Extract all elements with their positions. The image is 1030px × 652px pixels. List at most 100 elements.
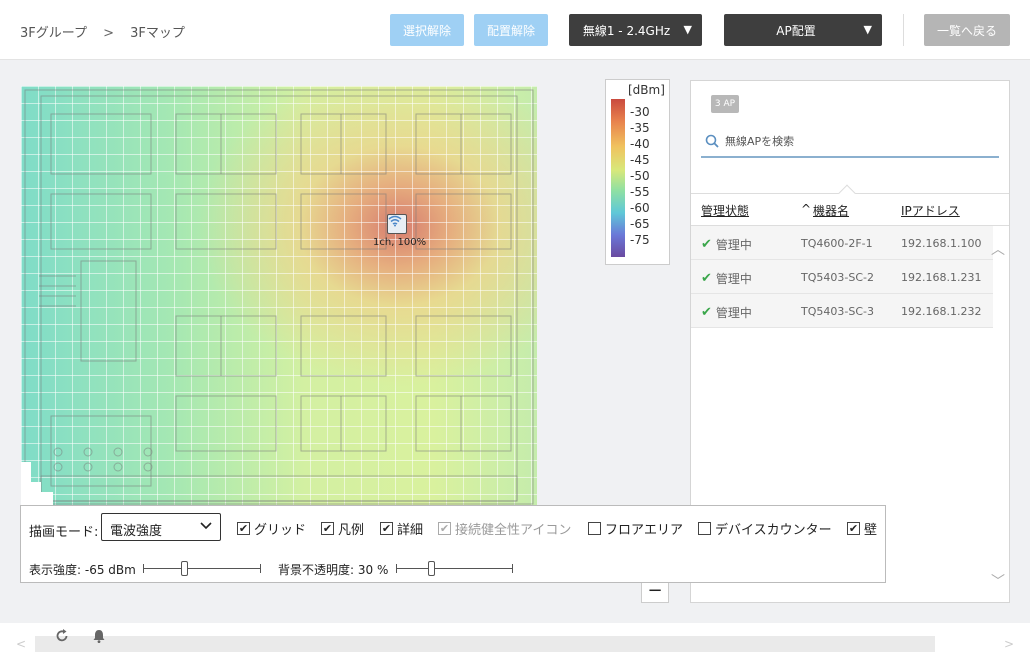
slider-thumb[interactable] bbox=[428, 561, 435, 576]
table-row[interactable]: ✔ 管理中 TQ4600-2F-1 192.168.1.100 bbox=[691, 226, 993, 260]
radio-band-select[interactable]: 無線1 - 2.4GHz ▼ bbox=[569, 14, 702, 46]
legend-tick: -65 bbox=[630, 217, 650, 231]
display-strength-label: 表示強度: -65 dBm bbox=[29, 563, 136, 577]
ap-marker-label: 1ch, 100% bbox=[373, 237, 427, 248]
table-row[interactable]: ✔ 管理中 TQ5403-SC-3 192.168.1.232 bbox=[691, 294, 993, 328]
check-icon: ✔ bbox=[701, 271, 712, 286]
checkbox-empty-icon bbox=[698, 522, 711, 535]
device-counter-checkbox[interactable]: デバイスカウンター bbox=[698, 519, 832, 538]
display-strength-slider[interactable] bbox=[143, 561, 261, 576]
grid-checkbox-label: グリッド bbox=[254, 523, 307, 538]
legend-tick: -75 bbox=[630, 233, 650, 247]
floor-heatmap[interactable]: 1ch, 100% bbox=[21, 86, 537, 508]
slider-end bbox=[260, 564, 261, 573]
detail-checkbox-label: 詳細 bbox=[397, 523, 424, 538]
breadcrumb-group[interactable]: 3Fグループ bbox=[20, 26, 87, 41]
device-ip: 192.168.1.232 bbox=[901, 305, 982, 318]
status-text: 管理中 bbox=[715, 306, 752, 320]
ap-count-badge: 3 AP bbox=[711, 95, 739, 113]
radio-band-value: 無線1 - 2.4GHz bbox=[582, 23, 671, 38]
slider-end bbox=[143, 564, 144, 573]
floor-area-checkbox-label: フロアエリア bbox=[605, 523, 684, 538]
sort-ascending-icon: ^ bbox=[801, 202, 812, 216]
chevron-down-icon bbox=[200, 520, 212, 535]
health-icon-checkbox: ✔ 接続健全性アイコン bbox=[438, 519, 571, 538]
ap-placement-value: AP配置 bbox=[776, 23, 816, 38]
caret-down-icon: ▼ bbox=[863, 23, 872, 36]
device-counter-checkbox-label: デバイスカウンター bbox=[715, 523, 832, 538]
display-options-panel: 描画モード: 電波強度 ✔ グリッド ✔ 凡例 ✔ 詳細 ✔ 接続健全性アイコン… bbox=[20, 505, 886, 583]
status-cell: ✔ 管理中 bbox=[701, 304, 752, 321]
draw-mode-label: 描画モード: bbox=[29, 525, 99, 540]
health-icon-checkbox-label: 接続健全性アイコン bbox=[455, 523, 572, 538]
column-header-ip[interactable]: IPアドレス bbox=[901, 202, 960, 219]
slider-end bbox=[396, 564, 397, 573]
checkbox-empty-icon bbox=[588, 522, 601, 535]
deselect-button[interactable]: 選択解除 bbox=[390, 14, 464, 46]
device-name: TQ5403-SC-3 bbox=[801, 305, 874, 318]
legend-checkbox-label: 凡例 bbox=[338, 523, 365, 538]
legend-unit: [dBm] bbox=[628, 83, 665, 97]
device-name: TQ5403-SC-2 bbox=[801, 271, 874, 284]
breadcrumb-map: 3Fマップ bbox=[130, 26, 185, 41]
check-icon: ✔ bbox=[701, 305, 712, 320]
table-row[interactable]: ✔ 管理中 TQ5403-SC-2 192.168.1.231 bbox=[691, 260, 993, 294]
draw-mode-value: 電波強度 bbox=[110, 524, 163, 539]
unplace-button[interactable]: 配置解除 bbox=[474, 14, 548, 46]
legend-tick: -60 bbox=[630, 201, 650, 215]
checkbox-checked-icon: ✔ bbox=[321, 522, 334, 535]
header-divider bbox=[903, 14, 904, 46]
device-ip: 192.168.1.231 bbox=[901, 271, 982, 284]
scroll-down-icon[interactable]: ﹀ bbox=[991, 571, 1005, 591]
bell-icon[interactable] bbox=[91, 628, 107, 647]
checkbox-checked-icon: ✔ bbox=[438, 522, 451, 535]
table-notch bbox=[838, 184, 856, 202]
legend-tick: -35 bbox=[630, 121, 650, 135]
floor-plan-walls bbox=[21, 89, 534, 508]
bg-opacity-slider[interactable] bbox=[396, 561, 513, 576]
breadcrumb-separator: > bbox=[103, 26, 115, 41]
column-header-status[interactable]: 管理状態 bbox=[701, 202, 749, 219]
legend-tick: -30 bbox=[630, 105, 650, 119]
status-text: 管理中 bbox=[715, 238, 752, 252]
refresh-icon[interactable] bbox=[54, 628, 70, 647]
search-icon bbox=[701, 134, 723, 148]
caret-down-icon: ▼ bbox=[683, 23, 692, 36]
scroll-left-icon[interactable]: < bbox=[16, 637, 26, 651]
column-header-name[interactable]: 機器名 bbox=[813, 202, 849, 219]
grid-checkbox[interactable]: ✔ グリッド bbox=[237, 519, 306, 538]
slider-end bbox=[512, 564, 513, 573]
wall-checkbox-label: 壁 bbox=[864, 523, 878, 538]
slider-thumb[interactable] bbox=[181, 561, 188, 576]
horizontal-scrollbar[interactable] bbox=[35, 636, 935, 652]
legend-tick: -55 bbox=[630, 185, 650, 199]
legend-checkbox[interactable]: ✔ 凡例 bbox=[321, 519, 364, 538]
footer-bar: < > bbox=[0, 623, 1030, 652]
breadcrumb: 3Fグループ > 3Fマップ bbox=[20, 22, 185, 41]
legend-tick: -40 bbox=[630, 137, 650, 151]
header-bar: 3Fグループ > 3Fマップ 選択解除 配置解除 無線1 - 2.4GHz ▼ … bbox=[0, 0, 1030, 60]
ap-placement-select[interactable]: AP配置 ▼ bbox=[724, 14, 882, 46]
checkbox-checked-icon: ✔ bbox=[380, 522, 393, 535]
status-cell: ✔ 管理中 bbox=[701, 236, 752, 253]
device-name: TQ4600-2F-1 bbox=[801, 237, 873, 250]
check-icon: ✔ bbox=[701, 237, 712, 252]
scroll-up-icon[interactable]: ︿ bbox=[991, 239, 1005, 259]
legend-tick: -50 bbox=[630, 169, 650, 183]
back-to-list-button[interactable]: 一覧へ戻る bbox=[924, 14, 1010, 46]
device-ip: 192.168.1.100 bbox=[901, 237, 982, 250]
floor-area-checkbox[interactable]: フロアエリア bbox=[588, 519, 683, 538]
bg-opacity-label: 背景不透明度: 30 % bbox=[278, 563, 389, 577]
status-text: 管理中 bbox=[715, 272, 752, 286]
detail-checkbox[interactable]: ✔ 詳細 bbox=[380, 519, 423, 538]
wifi-icon bbox=[388, 215, 402, 227]
legend-color-bar bbox=[611, 99, 625, 257]
scroll-right-icon[interactable]: > bbox=[1004, 637, 1014, 651]
wall-checkbox[interactable]: ✔ 壁 bbox=[847, 519, 877, 538]
ap-search-input[interactable] bbox=[725, 134, 985, 148]
status-cell: ✔ 管理中 bbox=[701, 270, 752, 287]
legend-ticks: -30 -35 -40 -45 -50 -55 -60 -65 -75 bbox=[630, 104, 650, 248]
signal-legend: [dBm] -30 -35 -40 -45 -50 -55 -60 -65 -7… bbox=[605, 79, 670, 265]
draw-mode-select[interactable]: 電波強度 bbox=[101, 513, 221, 541]
ap-marker[interactable] bbox=[387, 214, 407, 234]
